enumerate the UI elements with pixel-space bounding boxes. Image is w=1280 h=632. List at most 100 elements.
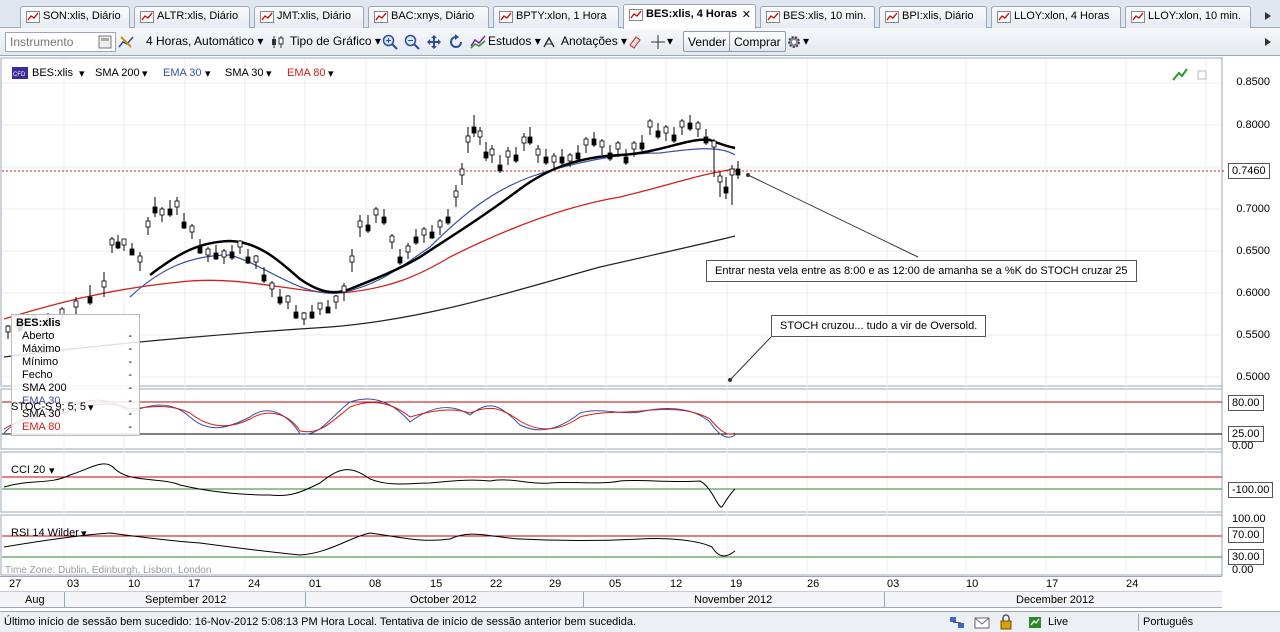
candle-body [429,231,435,239]
interval-dropdown[interactable]: 4 Horas, Automático ▾ [146,34,263,48]
time-tick: 10 [128,578,141,590]
rsi-axis-label: 70.00 [1228,527,1264,543]
tab-son[interactable]: SON:xlis, Diário [20,6,130,28]
zoom-in-icon[interactable] [382,34,398,50]
calculator-icon[interactable] [97,34,113,50]
eraser-icon[interactable] [627,34,643,50]
indicator-dropdown-icon[interactable]: ▾ [49,464,55,477]
scroll-right-icon[interactable] [1262,36,1274,48]
candle-body [527,136,533,144]
candle-body [261,274,267,282]
tab-bes-10m[interactable]: BES:xlis, 10 min. [760,6,875,28]
legend-dropdown-icon[interactable]: ▾ [328,67,334,80]
candle-body [181,221,187,229]
time-tick: 03 [67,578,80,590]
candle-body [373,208,379,216]
chart-type-dropdown[interactable]: Tipo de Gráfico ▾ [290,34,381,48]
chart-type-icon [272,36,284,48]
indicator-dropdown-icon[interactable]: ▾ [88,401,94,414]
maximize-panel-icon[interactable] [1197,70,1207,80]
studies-dropdown[interactable]: Estudos ▾ [488,34,541,48]
zoom-out-icon[interactable] [404,34,420,50]
legend-symbol[interactable]: BES:xlis [32,67,73,79]
pan-icon[interactable] [426,34,442,50]
data-row-value: - [128,382,132,394]
annotation-stoch[interactable]: STOCH cruzou... tudo a vir de Oversold. [771,315,987,337]
crosshair-icon[interactable] [650,34,666,50]
candle-body [101,280,107,288]
month-label: Aug [25,594,45,606]
data-row-value: - [128,343,132,355]
tab-bes-4h[interactable]: BES:xlis, 4 Horas ✕ [623,4,756,29]
settings-gear-icon[interactable] [786,34,802,50]
crosshair-dropdown-icon[interactable]: ▾ [667,34,673,48]
language-label[interactable]: Português [1143,616,1193,628]
candle-body [623,156,629,164]
price-axis-label: 0.6500 [1236,245,1270,257]
cfd-icon: CFD [12,67,28,79]
timezone-label: Time Zone: Dublin, Edinburgh, Lisbon, Lo… [5,565,212,576]
legend-sma200[interactable]: SMA 200 [95,67,140,79]
current-price-box: 0.7460 [1228,163,1270,179]
tab-label: BPI:xlis, Diário [902,10,974,22]
settings-dropdown-icon[interactable]: ▾ [803,34,809,48]
tab-lloy-4h[interactable]: LLOY:xlon, 4 Horas [991,6,1121,28]
legend-symbol-dropdown-icon[interactable]: ▾ [79,67,85,80]
data-row-high: Máximo - [16,343,135,356]
buy-button[interactable]: Comprar [729,31,786,52]
candle-body [679,120,685,128]
legend-dropdown-icon[interactable]: ▾ [266,67,272,80]
messages-icon[interactable] [974,615,990,630]
chart-area[interactable]: CFD BES:xlis ▾ SMA 200 ▾ EMA 30 ▾ SMA 30… [0,57,1280,577]
legend-sma30[interactable]: SMA 30 [225,67,264,79]
network-icon[interactable] [949,615,965,630]
legend-dropdown-icon[interactable]: ▾ [142,67,148,80]
legend-ema30[interactable]: EMA 30 [163,67,202,79]
indicator-dropdown-icon[interactable]: ▾ [81,527,87,540]
annotation-entry[interactable]: Entrar nesta vela entre as 8:00 e as 12:… [706,260,1137,282]
candle-body [489,148,495,156]
price-chart-svg[interactable] [0,57,1280,577]
tab-jmt[interactable]: JMT:xlis, Diário [254,6,364,28]
candle-body [301,312,307,320]
chart-icon [499,11,513,23]
chart-icon [997,11,1011,23]
month-divider [583,592,584,608]
tab-bpi[interactable]: BPI:xlis, Diário [879,6,987,28]
candle-body [559,156,565,164]
draw-tools-icon[interactable] [118,34,134,50]
data-row-ema80: EMA 80 - [16,421,135,434]
candle-body [237,240,243,248]
candle-body [615,142,621,150]
legend-dropdown-icon[interactable]: ▾ [205,67,211,80]
stoch-label[interactable]: STOC-S 9; 5; 5 [11,401,86,413]
data-row-value: - [128,330,132,342]
tab-label: JMT:xlis, Diário [277,10,351,22]
cci-label[interactable]: CCI 20 [11,464,45,476]
lock-icon[interactable] [999,614,1013,630]
candle-body [607,152,613,160]
candle-body [723,186,729,194]
tab-bac[interactable]: BAC:xnys, Diário [368,6,489,28]
scroll-right-icon[interactable] [1262,10,1274,22]
time-axis[interactable]: 27 03 10 17 24 01 08 15 22 29 05 12 19 2… [0,576,1280,611]
rsi-label[interactable]: RSI 14 Wilder [11,527,79,539]
toolbar: 4 Horas, Automático ▾ Tipo de Gráfico ▾ … [0,28,1280,56]
candle-body [87,296,93,304]
candle-body [599,140,605,148]
tab-altr[interactable]: ALTR:xlis, Diário [134,6,250,28]
close-icon[interactable]: ✕ [742,8,751,21]
cci-axis-label: -100.00 [1228,482,1274,498]
annotations-dropdown[interactable]: Anotações ▾ [561,34,627,48]
legend-ema80[interactable]: EMA 80 [287,67,326,79]
refresh-icon[interactable] [448,34,464,50]
time-tick: 19 [730,578,743,590]
tab-lloy-10m[interactable]: LLOY:xlon, 10 min. [1125,6,1251,28]
candle-body [735,168,741,176]
chart-icon [629,9,643,21]
chart-icon [26,11,40,23]
sell-button[interactable]: Vender [683,31,732,52]
candle-body [309,311,315,319]
tab-bpty[interactable]: BPTY:xlon, 1 Hora [493,6,619,28]
month-divider [305,592,306,608]
